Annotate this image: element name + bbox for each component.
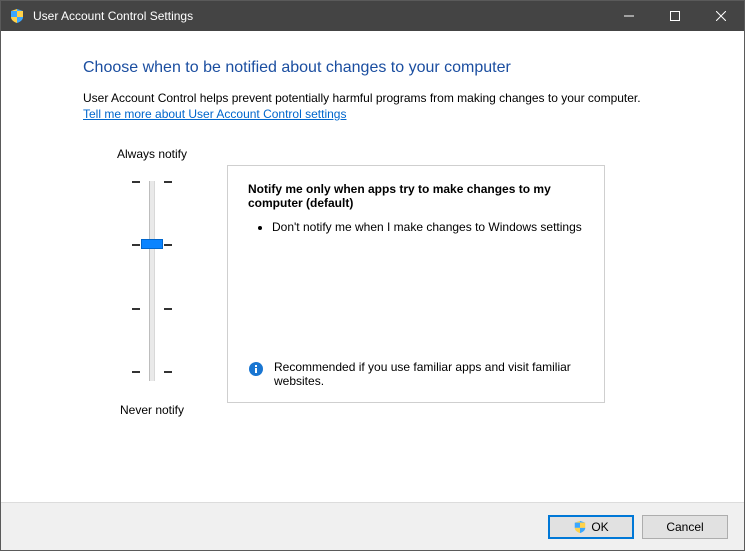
uac-shield-icon [9,8,25,24]
ok-button[interactable]: OK [548,515,634,539]
close-button[interactable] [698,1,744,31]
notification-slider[interactable] [122,171,182,391]
info-icon [248,361,264,377]
dialog-footer: OK Cancel [1,502,744,550]
ok-button-label: OK [591,520,608,534]
panel-title: Notify me only when apps try to make cha… [248,182,584,210]
slider-tick [132,181,172,182]
panel-bullet: Don't notify me when I make changes to W… [272,220,584,234]
panel-recommendation-text: Recommended if you use familiar apps and… [274,360,584,388]
uac-shield-icon [573,520,587,534]
cancel-button-label: Cancel [666,520,703,534]
page-description: User Account Control helps prevent poten… [83,91,684,105]
slider-track [149,181,155,381]
slider-label-bottom: Never notify [120,403,184,417]
panel-top: Notify me only when apps try to make cha… [248,182,584,238]
minimize-button[interactable] [606,1,652,31]
slider-tick [132,308,172,309]
maximize-button[interactable] [652,1,698,31]
content-area: Choose when to be notified about changes… [1,31,744,502]
uac-settings-window: User Account Control Settings Choose whe… [0,0,745,551]
slider-thumb[interactable] [141,239,163,249]
slider-label-top: Always notify [117,147,187,161]
page-heading: Choose when to be notified about changes… [83,59,684,77]
slider-tick [132,371,172,372]
window-title: User Account Control Settings [33,9,193,23]
notification-info-panel: Notify me only when apps try to make cha… [227,165,605,403]
titlebar[interactable]: User Account Control Settings [1,1,744,31]
panel-bullet-list: Don't notify me when I make changes to W… [256,220,584,234]
panel-recommendation: Recommended if you use familiar apps and… [248,360,584,388]
cancel-button[interactable]: Cancel [642,515,728,539]
slider-area: Always notify Never notify Notify me onl… [97,147,684,417]
learn-more-link[interactable]: Tell me more about User Account Control … [83,107,346,121]
slider-column: Always notify Never notify [97,147,207,417]
